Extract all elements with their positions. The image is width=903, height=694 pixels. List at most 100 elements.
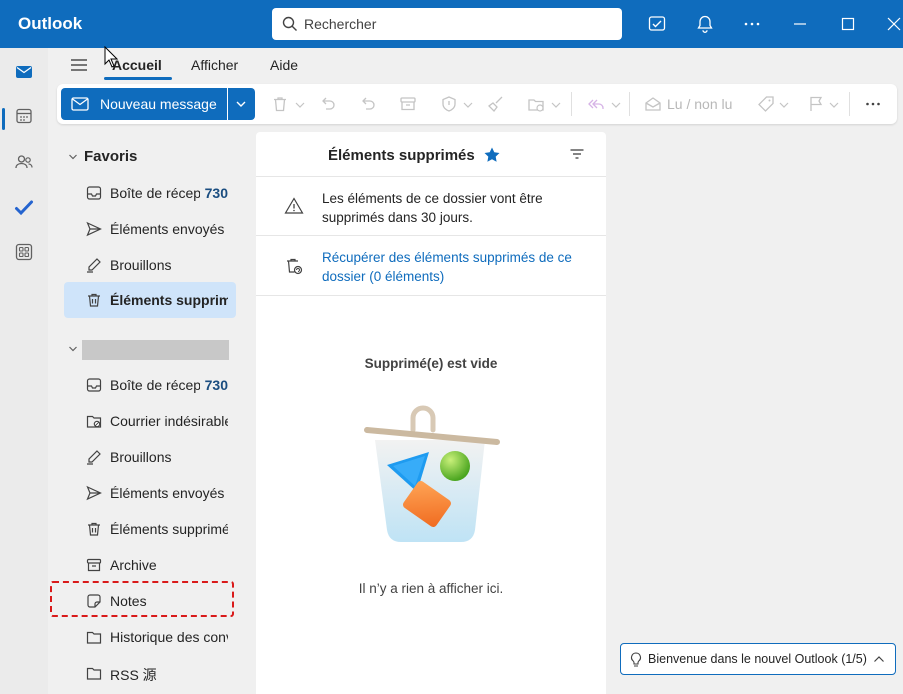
new-message-label: Nouveau message bbox=[100, 96, 217, 112]
folder-label: Courrier indésirable bbox=[110, 413, 228, 429]
trash-icon bbox=[88, 293, 100, 307]
tag-chevron-icon[interactable] bbox=[779, 95, 789, 113]
tab-aide[interactable]: Aide bbox=[270, 57, 298, 73]
inbox-icon bbox=[86, 186, 102, 200]
sent-icon bbox=[86, 485, 102, 501]
search-icon bbox=[282, 16, 297, 31]
report-chevron-icon[interactable] bbox=[463, 95, 473, 113]
chevron-down-icon[interactable] bbox=[68, 152, 78, 162]
folder-drafts[interactable]: Brouillons bbox=[64, 439, 236, 475]
sent-icon bbox=[86, 221, 102, 237]
bell-icon[interactable] bbox=[695, 14, 715, 34]
folder-pane: Favoris Boîte de réception 730 Éléments … bbox=[48, 130, 248, 694]
folder-deleted[interactable]: Éléments supprimés bbox=[64, 511, 236, 547]
empty-state-subtitle: Il n’y a rien à afficher ici. bbox=[358, 581, 504, 596]
divider bbox=[256, 176, 606, 177]
lightbulb-icon bbox=[631, 652, 641, 667]
chevron-up-icon[interactable] bbox=[873, 654, 885, 664]
filter-icon[interactable] bbox=[569, 146, 585, 162]
calendar-icon[interactable] bbox=[14, 106, 34, 126]
delete-icon[interactable] bbox=[271, 95, 289, 113]
ribbon-tabs: Accueil Afficher Aide bbox=[48, 48, 903, 82]
folder-label: RSS 源 bbox=[110, 667, 157, 683]
toolbar-separator bbox=[571, 92, 572, 116]
welcome-toast-text: Bienvenue dans le nouvel Outlook (1/5) bbox=[648, 652, 867, 666]
unread-count: 730 bbox=[204, 377, 228, 393]
folder-sent[interactable]: Éléments envoyés bbox=[64, 475, 236, 511]
archive-icon bbox=[86, 558, 102, 572]
favorites-header[interactable]: Favoris bbox=[84, 148, 137, 165]
move-to-folder-icon[interactable] bbox=[527, 95, 545, 113]
tab-accueil[interactable]: Accueil bbox=[112, 57, 162, 73]
folder-rss[interactable]: RSS 源 bbox=[64, 655, 236, 691]
people-icon[interactable] bbox=[14, 152, 34, 172]
title-bar: Outlook Rechercher bbox=[0, 0, 903, 48]
star-icon[interactable] bbox=[483, 146, 501, 164]
flag-icon[interactable] bbox=[807, 95, 825, 113]
sweep-broom-icon[interactable] bbox=[487, 95, 505, 113]
mail-icon[interactable] bbox=[14, 62, 34, 82]
folder-favorites-sent[interactable]: Éléments envoyés bbox=[64, 211, 236, 247]
archive-icon[interactable] bbox=[399, 95, 417, 113]
recover-deleted-icon bbox=[287, 258, 303, 275]
folder-favorites-deleted[interactable]: Éléments supprimés bbox=[64, 282, 236, 318]
todo-icon[interactable] bbox=[14, 198, 34, 218]
app-rail bbox=[0, 48, 48, 694]
folder-label: Éléments envoyés bbox=[110, 221, 225, 237]
welcome-toast[interactable]: Bienvenue dans le nouvel Outlook (1/5) bbox=[620, 643, 896, 675]
undo-all-icon[interactable] bbox=[359, 95, 377, 113]
folder-label: Éléments supprimés bbox=[110, 521, 228, 537]
new-message-button[interactable]: Nouveau message bbox=[61, 88, 227, 120]
move-chevron-icon[interactable] bbox=[551, 95, 561, 113]
folder-label: Brouillons bbox=[110, 449, 172, 465]
more-options-icon[interactable] bbox=[864, 95, 882, 113]
close-icon[interactable] bbox=[884, 14, 903, 34]
folder-icon bbox=[86, 631, 102, 644]
rail-selection-indicator bbox=[2, 108, 5, 130]
folder-inbox[interactable]: Boîte de réception 730 bbox=[64, 367, 236, 403]
trash-icon bbox=[88, 522, 100, 536]
tag-icon[interactable] bbox=[757, 95, 775, 113]
folder-favorites-drafts[interactable]: Brouillons bbox=[64, 247, 236, 283]
minimize-icon[interactable] bbox=[790, 14, 810, 34]
folder-favorites-inbox[interactable]: Boîte de réception 730 bbox=[64, 175, 236, 211]
drafts-icon bbox=[87, 450, 101, 465]
search-box[interactable]: Rechercher bbox=[272, 8, 622, 40]
read-unread-label[interactable]: Lu / non lu bbox=[667, 96, 732, 112]
folder-junk[interactable]: Courrier indésirable bbox=[64, 403, 236, 439]
search-placeholder: Rechercher bbox=[304, 16, 377, 32]
tasks-icon[interactable] bbox=[647, 14, 667, 34]
reply-all-icon[interactable] bbox=[587, 95, 605, 113]
divider bbox=[256, 295, 606, 296]
folder-label: Brouillons bbox=[110, 257, 172, 273]
folder-label: Archive bbox=[110, 557, 157, 573]
read-unread-icon[interactable] bbox=[644, 95, 662, 113]
highlight-box bbox=[50, 581, 234, 617]
more-icon[interactable] bbox=[742, 14, 762, 34]
active-tab-underline bbox=[104, 77, 172, 80]
new-message-dropdown-button[interactable] bbox=[228, 88, 255, 120]
report-shield-icon[interactable] bbox=[440, 95, 458, 113]
app-title: Outlook bbox=[18, 14, 83, 33]
chevron-down-icon bbox=[236, 101, 246, 107]
folder-archive[interactable]: Archive bbox=[64, 547, 236, 583]
tab-afficher[interactable]: Afficher bbox=[191, 57, 238, 73]
recover-deleted-link[interactable]: Récupérer des éléments supprimés de ce d… bbox=[322, 248, 592, 286]
hamburger-menu-icon[interactable] bbox=[70, 56, 88, 74]
empty-state-title: Supprimé(e) est vide bbox=[364, 356, 498, 371]
folder-label: Historique des conversations bbox=[110, 629, 228, 645]
chevron-down-icon[interactable] bbox=[68, 344, 78, 354]
reply-chevron-icon[interactable] bbox=[611, 95, 621, 113]
undo-icon[interactable] bbox=[319, 95, 337, 113]
delete-chevron-icon[interactable] bbox=[295, 95, 305, 113]
folder-conversation-history[interactable]: Historique des conversations bbox=[64, 619, 236, 655]
apps-icon[interactable] bbox=[14, 242, 34, 262]
folder-title: Éléments supprimés bbox=[328, 147, 475, 164]
flag-chevron-icon[interactable] bbox=[829, 95, 839, 113]
folder-label: Éléments supprimés bbox=[110, 292, 228, 308]
toolbar-separator bbox=[629, 92, 630, 116]
junk-icon bbox=[86, 415, 102, 428]
maximize-icon[interactable] bbox=[838, 14, 858, 34]
warning-icon bbox=[284, 197, 304, 214]
account-name-redacted[interactable] bbox=[82, 340, 229, 360]
